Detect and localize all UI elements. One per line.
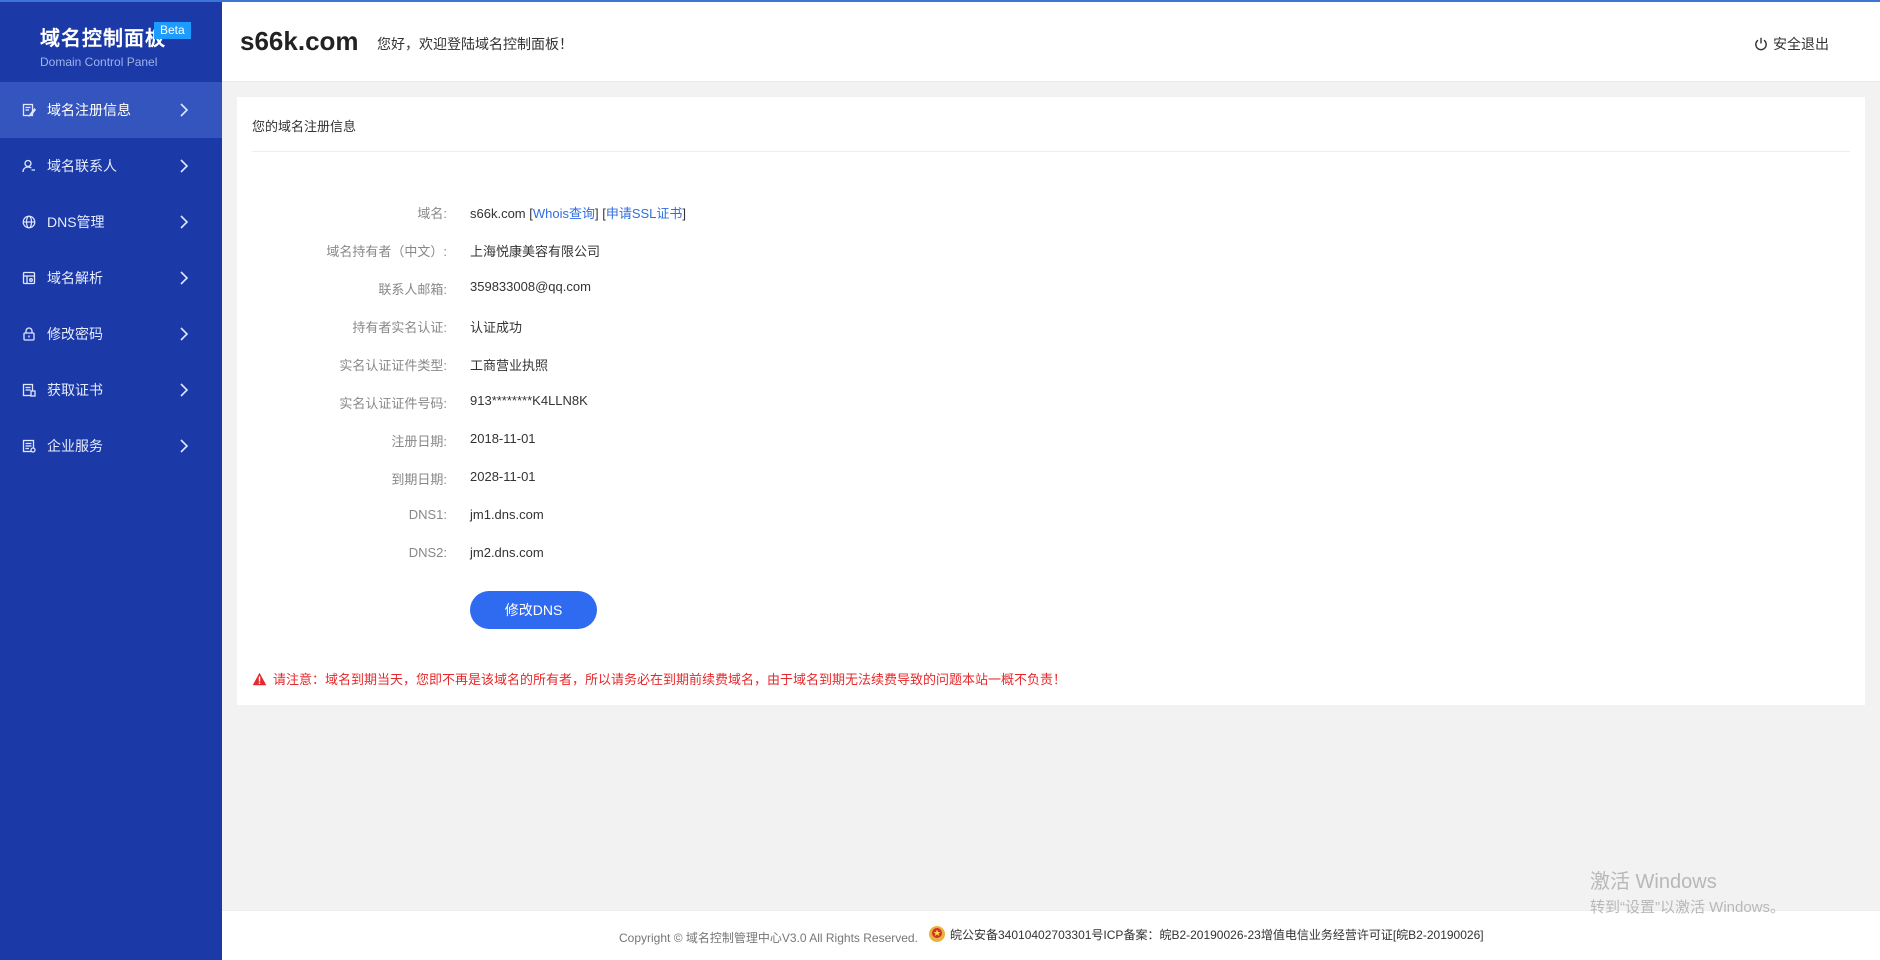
brand: 域名控制面板 Beta Domain Control Panel (0, 0, 222, 82)
logout-label: 安全退出 (1773, 36, 1829, 52)
sidebar-item-label: 域名注册信息 (47, 102, 131, 118)
sidebar-item-label: 域名联系人 (47, 158, 117, 174)
field-label: 持有者实名认证: (352, 320, 447, 335)
modify-dns-button[interactable]: 修改DNS (470, 591, 597, 629)
chevron-right-icon (180, 439, 189, 453)
sidebar: 域名控制面板 Beta Domain Control Panel 域名注册信息 … (0, 0, 222, 960)
user-icon (22, 159, 36, 173)
certificate-icon (22, 383, 36, 397)
sidebar-item-label: 获取证书 (47, 382, 103, 398)
sidebar-item-registration-info[interactable]: 域名注册信息 (0, 82, 222, 138)
field-label: 注册日期: (391, 434, 447, 449)
sidebar-item-enterprise-service[interactable]: 企业服务 (0, 418, 222, 474)
field-value: 上海悦康美容有限公司 (470, 244, 601, 259)
sidebar-item-get-certificate[interactable]: 获取证书 (0, 362, 222, 418)
top-accent-line (0, 0, 1880, 2)
field-value: jm1.dns.com (470, 507, 544, 522)
resolve-icon (22, 271, 36, 285)
registration-info-card: 您的域名注册信息 域名: s66k.com [Whois查询] [申请SSL证书… (237, 97, 1865, 705)
field-label: DNS2: (408, 545, 447, 560)
chevron-right-icon (180, 327, 189, 341)
chevron-right-icon (180, 159, 189, 173)
page-title: s66k.com (240, 26, 359, 56)
card-title: 您的域名注册信息 (252, 97, 1850, 152)
chevron-right-icon (180, 383, 189, 397)
sidebar-item-dns-management[interactable]: DNS管理 (0, 194, 222, 250)
windows-activation-watermark: 激活 Windows 转到“设置”以激活 Windows。 (1590, 865, 1785, 917)
field-value: 2018-11-01 (470, 431, 536, 446)
whois-link[interactable]: Whois查询 (533, 206, 595, 221)
edit-doc-icon (22, 103, 36, 117)
police-badge-icon (929, 926, 945, 942)
brand-title: 域名控制面板 (40, 28, 166, 50)
field-label: 实名认证证件号码: (339, 396, 447, 411)
lock-icon (22, 327, 36, 341)
field-value: 2028-11-01 (470, 469, 536, 484)
sidebar-item-label: 修改密码 (47, 326, 103, 342)
brand-subtitle: Domain Control Panel (40, 55, 158, 69)
field-label: DNS1: (408, 507, 447, 522)
expiry-notice: 请注意：域名到期当天，您即不再是该域名的所有者，所以请务必在到期前续费域名，由于… (252, 669, 1066, 688)
beian-info[interactable]: 皖公安备34010402703301号ICP备案：皖B2-20190026-23… (928, 925, 1484, 943)
beian-text: 皖公安备34010402703301号ICP备案：皖B2-20190026-23… (950, 927, 1484, 942)
field-label: 到期日期: (391, 472, 447, 487)
power-icon (1755, 37, 1767, 51)
field-value: 工商营业执照 (470, 358, 549, 373)
globe-icon (22, 215, 36, 229)
field-label: 联系人邮箱: (378, 282, 447, 297)
field-label: 域名: (417, 206, 447, 221)
domain-value: s66k.com (470, 206, 526, 221)
welcome-text: 您好，欢迎登陆域名控制面板！ (377, 36, 573, 52)
copyright-text: Copyright © 域名控制管理中心V3.0 All Rights Rese… (619, 931, 918, 945)
notice-text: 请注意：域名到期当天，您即不再是该域名的所有者，所以请务必在到期前续费域名，由于… (273, 672, 1067, 687)
field-label: 实名认证证件类型: (339, 358, 447, 373)
logout-button[interactable]: 安全退出 (1754, 34, 1829, 54)
sidebar-item-change-password[interactable]: 修改密码 (0, 306, 222, 362)
field-value: 359833008@qq.com (470, 279, 591, 294)
service-icon (22, 439, 36, 453)
field-label: 域名持有者（中文）: (326, 244, 447, 259)
field-value-domain: s66k.com [Whois查询] [申请SSL证书] (470, 206, 687, 221)
field-value: 认证成功 (470, 320, 523, 335)
watermark-line1: 激活 Windows (1590, 871, 1717, 893)
top-header: s66k.com 您好，欢迎登陆域名控制面板！ 安全退出 (222, 2, 1880, 82)
sidebar-item-label: DNS管理 (47, 214, 105, 230)
sidebar-item-label: 企业服务 (47, 438, 103, 454)
watermark-line2: 转到“设置”以激活 Windows。 (1590, 899, 1786, 916)
sidebar-item-label: 域名解析 (47, 270, 103, 286)
sidebar-item-contacts[interactable]: 域名联系人 (0, 138, 222, 194)
chevron-right-icon (180, 103, 189, 117)
sidebar-nav: 域名注册信息 域名联系人 DNS管理 域名解析 修改密码 获取证书 企业服务 (0, 82, 222, 474)
chevron-right-icon (180, 271, 189, 285)
sidebar-item-domain-resolve[interactable]: 域名解析 (0, 250, 222, 306)
chevron-right-icon (180, 215, 189, 229)
footer: Copyright © 域名控制管理中心V3.0 All Rights Rese… (222, 910, 1880, 960)
field-value: 913********K4LLN8K (470, 393, 588, 408)
beta-badge: Beta (154, 22, 191, 39)
field-value: jm2.dns.com (470, 545, 544, 560)
warning-icon (252, 672, 267, 685)
ssl-link[interactable]: 申请SSL证书 (606, 206, 683, 221)
